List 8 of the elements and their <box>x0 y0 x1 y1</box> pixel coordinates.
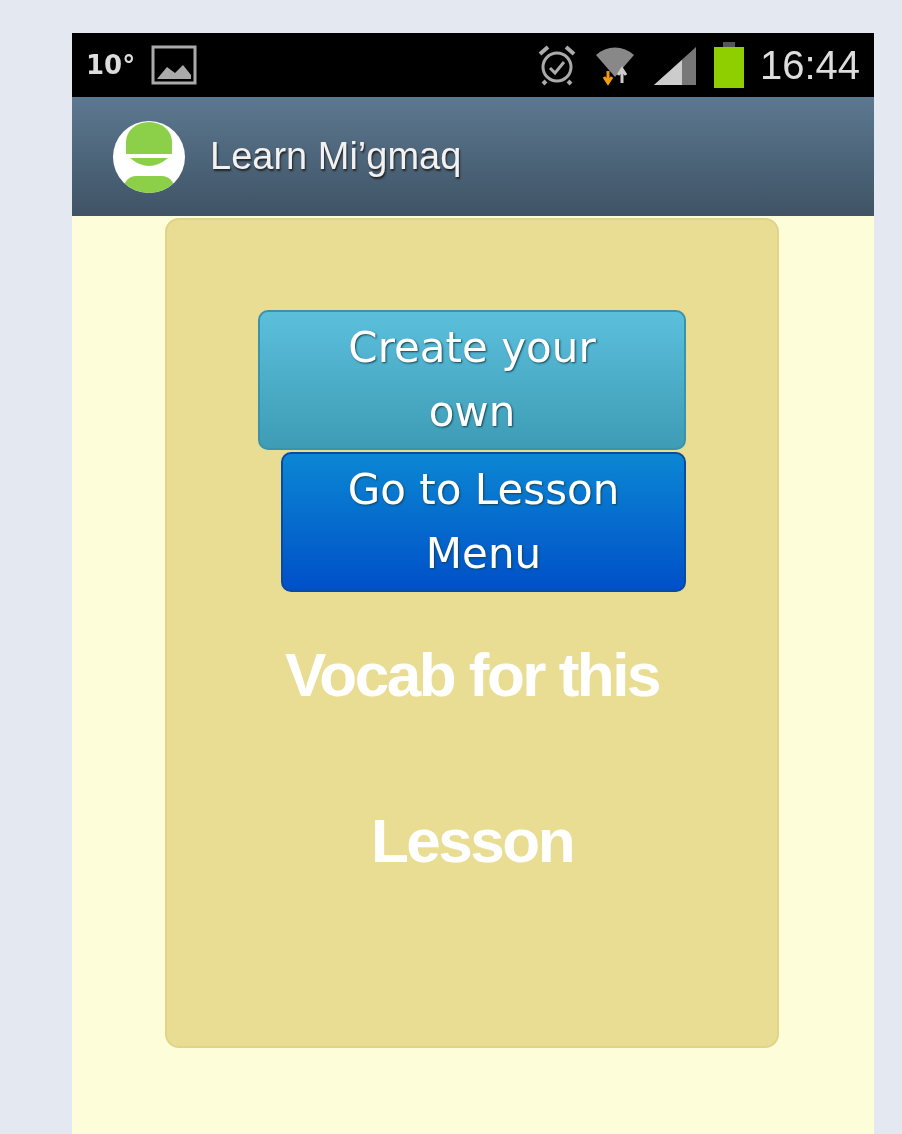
app-title: Learn Mi’gmaq <box>210 134 462 179</box>
menu-button[interactable]: Go to Lesson Menu <box>281 452 686 592</box>
battery-icon <box>713 42 744 88</box>
app-logo-icon <box>112 119 186 194</box>
temperature: 10° <box>86 48 136 82</box>
image-icon <box>151 45 198 85</box>
section-heading: Vocab for this Lesson <box>284 639 660 877</box>
clock: 16:44 <box>759 42 860 89</box>
